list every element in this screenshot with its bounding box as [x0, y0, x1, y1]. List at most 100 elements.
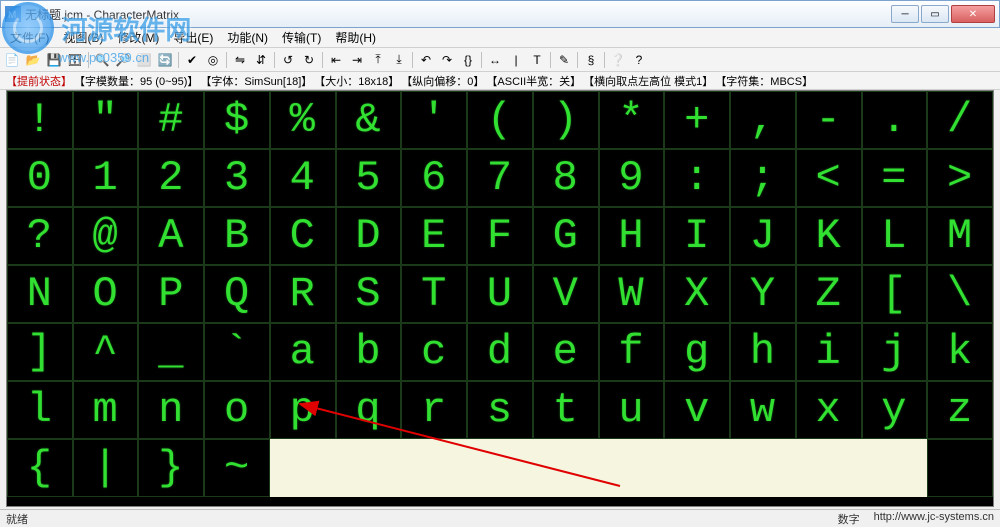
- toolbar-s-icon-icon[interactable]: §: [581, 50, 601, 70]
- char-cell[interactable]: L: [862, 207, 928, 265]
- char-cell[interactable]: !: [7, 91, 73, 149]
- char-cell[interactable]: 2: [138, 149, 204, 207]
- char-cell[interactable]: y: [862, 381, 928, 439]
- char-cell[interactable]: D: [336, 207, 402, 265]
- menu-item-1[interactable]: 视图(B): [57, 27, 109, 48]
- char-cell[interactable]: l: [7, 381, 73, 439]
- char-cell[interactable]: $: [204, 91, 270, 149]
- char-cell[interactable]: P: [138, 265, 204, 323]
- char-cell[interactable]: W: [599, 265, 665, 323]
- char-cell[interactable]: Z: [796, 265, 862, 323]
- char-cell[interactable]: [927, 439, 993, 497]
- toolbar-shift-up-icon[interactable]: ⤒: [368, 50, 388, 70]
- char-cell[interactable]: <: [796, 149, 862, 207]
- toolbar-check-icon[interactable]: ✔: [182, 50, 202, 70]
- toolbar-flip-v-icon[interactable]: ⇵: [251, 50, 271, 70]
- char-cell[interactable]: d: [467, 323, 533, 381]
- toolbar-save-all-icon[interactable]: 🗄: [65, 50, 85, 70]
- toolbar-redo-icon[interactable]: ↷: [437, 50, 457, 70]
- char-cell[interactable]: i: [796, 323, 862, 381]
- char-cell[interactable]: :: [664, 149, 730, 207]
- toolbar-fit-icon[interactable]: ⬜: [134, 50, 154, 70]
- char-cell[interactable]: F: [467, 207, 533, 265]
- toolbar-target-icon[interactable]: ◎: [203, 50, 223, 70]
- toolbar-open-file-icon[interactable]: 📂: [23, 50, 43, 70]
- char-cell[interactable]: w: [730, 381, 796, 439]
- char-cell[interactable]: e: [533, 323, 599, 381]
- char-cell[interactable]: r: [401, 381, 467, 439]
- char-cell[interactable]: =: [862, 149, 928, 207]
- char-cell[interactable]: m: [73, 381, 139, 439]
- minimize-button[interactable]: ─: [891, 5, 919, 23]
- char-cell[interactable]: *: [599, 91, 665, 149]
- char-cell[interactable]: R: [270, 265, 336, 323]
- toolbar-rotate-ccw-icon[interactable]: ↺: [278, 50, 298, 70]
- close-button[interactable]: ✕: [951, 5, 995, 23]
- char-cell[interactable]: ): [533, 91, 599, 149]
- char-cell[interactable]: p: [270, 381, 336, 439]
- toolbar-italic-icon[interactable]: ✎: [554, 50, 574, 70]
- char-cell[interactable]: +: [664, 91, 730, 149]
- char-cell[interactable]: K: [796, 207, 862, 265]
- toolbar-rotate-icon[interactable]: 🔄: [155, 50, 175, 70]
- char-cell[interactable]: B: [204, 207, 270, 265]
- char-cell[interactable]: 0: [7, 149, 73, 207]
- char-cell[interactable]: >: [927, 149, 993, 207]
- toolbar-shift-left-icon[interactable]: ⇤: [326, 50, 346, 70]
- char-cell[interactable]: J: [730, 207, 796, 265]
- char-cell[interactable]: .: [862, 91, 928, 149]
- char-cell[interactable]: f: [599, 323, 665, 381]
- char-cell[interactable]: g: [664, 323, 730, 381]
- char-cell[interactable]: h: [730, 323, 796, 381]
- char-cell[interactable]: @: [73, 207, 139, 265]
- char-cell[interactable]: 8: [533, 149, 599, 207]
- char-cell[interactable]: -: [796, 91, 862, 149]
- char-cell[interactable]: u: [599, 381, 665, 439]
- char-cell[interactable]: x: [796, 381, 862, 439]
- char-cell[interactable]: &: [336, 91, 402, 149]
- maximize-button[interactable]: ▭: [921, 5, 949, 23]
- char-cell[interactable]: ?: [7, 207, 73, 265]
- char-cell[interactable]: k: [927, 323, 993, 381]
- char-cell[interactable]: j: [862, 323, 928, 381]
- char-cell[interactable]: 5: [336, 149, 402, 207]
- char-cell[interactable]: X: [664, 265, 730, 323]
- char-cell[interactable]: Y: [730, 265, 796, 323]
- char-cell[interactable]: #: [138, 91, 204, 149]
- char-cell[interactable]: M: [927, 207, 993, 265]
- char-cell[interactable]: ]: [7, 323, 73, 381]
- char-cell[interactable]: 1: [73, 149, 139, 207]
- char-cell[interactable]: q: [336, 381, 402, 439]
- char-cell[interactable]: c: [401, 323, 467, 381]
- toolbar-help-icon[interactable]: ❔: [608, 50, 628, 70]
- toolbar-flip-h-icon[interactable]: ⇋: [230, 50, 250, 70]
- char-cell[interactable]: ^: [73, 323, 139, 381]
- char-cell[interactable]: S: [336, 265, 402, 323]
- char-cell[interactable]: 6: [401, 149, 467, 207]
- menu-item-5[interactable]: 传输(T): [276, 27, 327, 48]
- char-cell[interactable]: H: [599, 207, 665, 265]
- char-cell[interactable]: ~: [204, 439, 270, 497]
- char-cell[interactable]: `: [204, 323, 270, 381]
- char-cell[interactable]: |: [73, 439, 139, 497]
- toolbar-brackets-icon[interactable]: {}: [458, 50, 478, 70]
- char-cell[interactable]: [: [862, 265, 928, 323]
- char-cell[interactable]: o: [204, 381, 270, 439]
- char-cell[interactable]: 3: [204, 149, 270, 207]
- char-cell[interactable]: U: [467, 265, 533, 323]
- char-cell[interactable]: b: [336, 323, 402, 381]
- char-cell[interactable]: N: [7, 265, 73, 323]
- toolbar-rotate-cw-icon[interactable]: ↻: [299, 50, 319, 70]
- menu-item-2[interactable]: 修改(M): [111, 27, 165, 48]
- char-cell[interactable]: V: [533, 265, 599, 323]
- char-cell[interactable]: G: [533, 207, 599, 265]
- char-cell[interactable]: %: [270, 91, 336, 149]
- char-cell[interactable]: E: [401, 207, 467, 265]
- menu-item-6[interactable]: 帮助(H): [329, 27, 382, 48]
- character-matrix-grid[interactable]: !"#$%&'()*+,-./0123456789:;<=>?@ABCDEFGH…: [7, 91, 993, 506]
- toolbar-zoom-out-icon[interactable]: 🔎: [113, 50, 133, 70]
- char-cell[interactable]: n: [138, 381, 204, 439]
- menu-item-3[interactable]: 导出(E): [167, 27, 219, 48]
- char-cell[interactable]: ,: [730, 91, 796, 149]
- char-cell[interactable]: ;: [730, 149, 796, 207]
